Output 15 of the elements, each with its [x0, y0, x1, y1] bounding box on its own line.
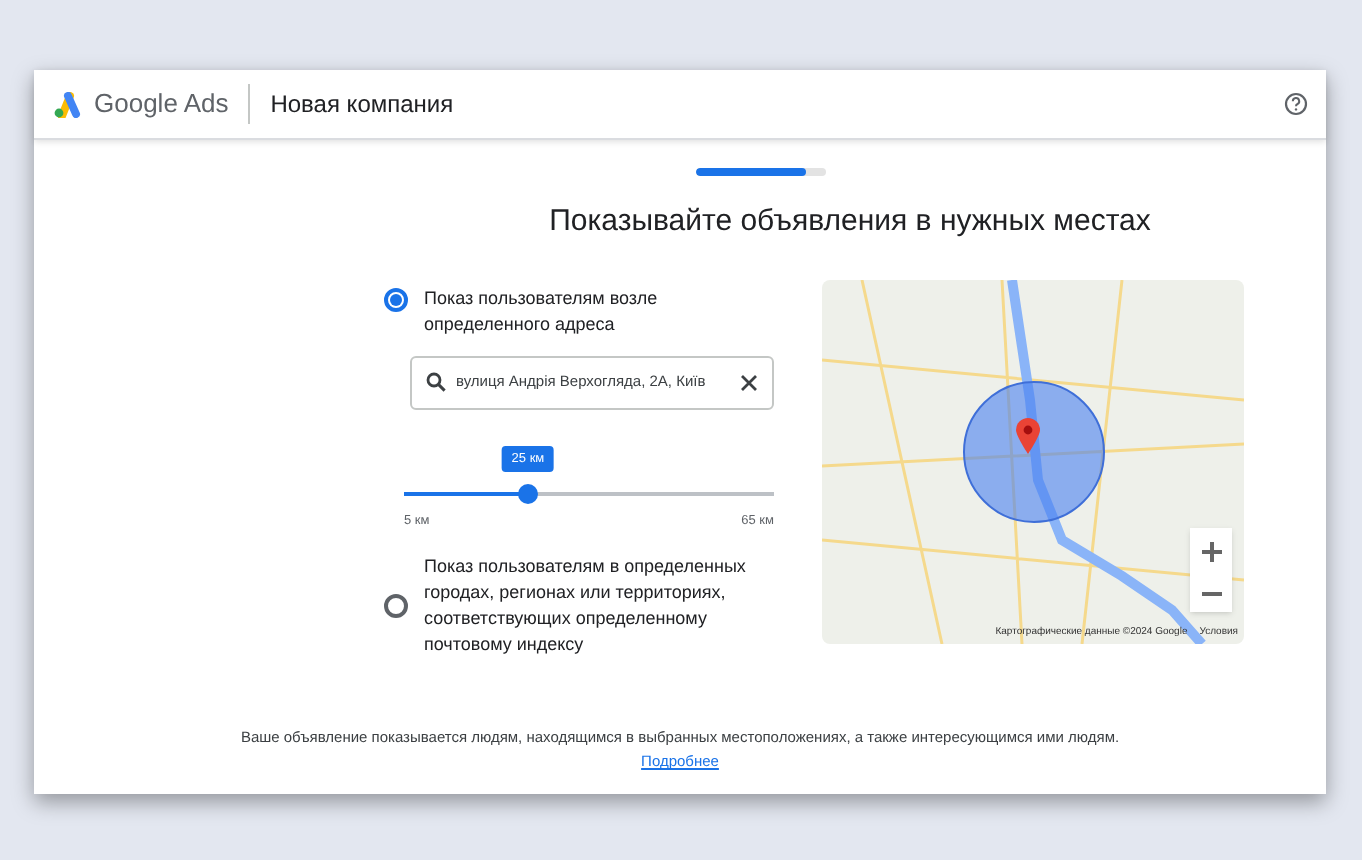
slider-thumb[interactable]: [517, 483, 538, 503]
page-heading: Показывайте объявления в нужных местах: [549, 202, 1151, 242]
radio-button[interactable]: [384, 287, 408, 311]
option-label: Показ пользователям возле определенного адреса: [424, 285, 660, 337]
close-icon[interactable]: [740, 373, 758, 391]
product-name: Google Ads: [94, 86, 229, 123]
pin-icon: [1016, 417, 1040, 453]
campaign-title: Новая компания: [270, 88, 456, 122]
logo-icon: [52, 91, 82, 117]
radio-button[interactable]: [384, 594, 408, 619]
help-icon[interactable]: [1284, 92, 1308, 116]
search-icon: [426, 372, 446, 392]
progress-bar: [695, 168, 825, 176]
option-label: Показ пользователям в определенных городах, регионах или территориях, соответствующих определенному почтовому индексу: [424, 554, 748, 659]
zoom-in-icon[interactable]: [1201, 542, 1221, 562]
